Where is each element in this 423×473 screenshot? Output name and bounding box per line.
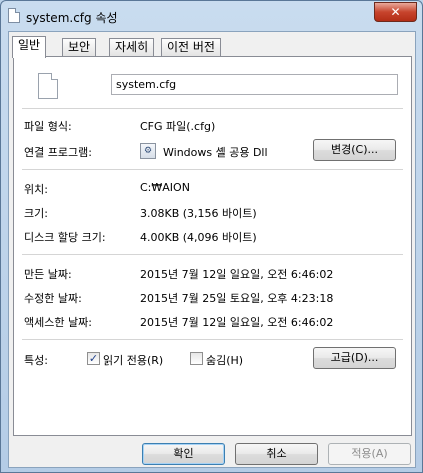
apply-button[interactable]: 적용(A) (328, 443, 411, 465)
location-value: C:₩AION (140, 181, 190, 194)
modified-value: 2015년 7월 25일 토요일, 오후 4:23:18 (140, 292, 334, 305)
size-on-disk-value: 4.00KB (4,096 바이트) (140, 231, 257, 244)
opens-with-label: 연결 프로그램: (24, 146, 92, 159)
file-type-value: CFG 파일(.cfg) (140, 120, 216, 133)
file-name-input[interactable] (111, 74, 398, 95)
title-bar[interactable]: system.cfg 속성 ✕ (1, 1, 422, 31)
tab-general[interactable]: 일반 (12, 36, 47, 58)
cancel-button[interactable]: 취소 (235, 443, 318, 465)
accessed-value: 2015년 7월 12일 일요일, 오전 6:46:02 (140, 316, 334, 329)
shell-dll-icon: ⚙ (140, 143, 156, 159)
hidden-label[interactable]: 숨김(H) (206, 352, 243, 368)
advanced-button[interactable]: 고급(D)... (313, 347, 396, 369)
tab-previous-versions[interactable]: 이전 버전 (161, 38, 221, 56)
size-value: 3.08KB (3,156 바이트) (140, 207, 257, 220)
divider (22, 108, 403, 109)
divider (22, 339, 403, 340)
size-on-disk-label: 디스크 할당 크기: (24, 231, 106, 244)
properties-window: system.cfg 속성 ✕ 일반 보안 자세히 이전 버전 파일 형식: C… (0, 0, 423, 473)
tab-security[interactable]: 보안 (62, 38, 97, 56)
window-title: system.cfg 속성 (26, 11, 118, 25)
divider (22, 169, 403, 170)
readonly-checkbox[interactable]: ✓ (87, 352, 100, 365)
created-value: 2015년 7월 12일 일요일, 오전 6:46:02 (140, 268, 334, 281)
document-icon (38, 73, 58, 99)
accessed-label: 액세스한 날짜: (24, 316, 92, 329)
file-type-label: 파일 형식: (24, 120, 72, 133)
close-button[interactable]: ✕ (374, 2, 417, 22)
attributes-label: 특성: (24, 354, 48, 367)
tab-strip: 일반 보안 자세히 이전 버전 (12, 36, 412, 58)
opens-with-value: Windows 셸 공용 Dll (163, 146, 268, 159)
dialog-body: 일반 보안 자세히 이전 버전 파일 형식: CFG 파일(.cfg) 연결 프… (8, 31, 416, 468)
location-label: 위치: (24, 183, 48, 196)
divider (22, 254, 403, 255)
ok-button[interactable]: 확인 (142, 443, 225, 465)
hidden-checkbox[interactable] (190, 352, 203, 365)
tab-details[interactable]: 자세히 (109, 38, 155, 56)
created-label: 만든 날짜: (24, 268, 72, 281)
general-panel: 파일 형식: CFG 파일(.cfg) 연결 프로그램: ⚙ Windows 셸… (13, 56, 412, 436)
readonly-label[interactable]: 읽기 전용(R) (103, 352, 163, 368)
size-label: 크기: (24, 207, 48, 220)
modified-label: 수정한 날짜: (24, 292, 82, 305)
change-button[interactable]: 변경(C)... (313, 139, 396, 161)
file-icon (8, 8, 20, 23)
